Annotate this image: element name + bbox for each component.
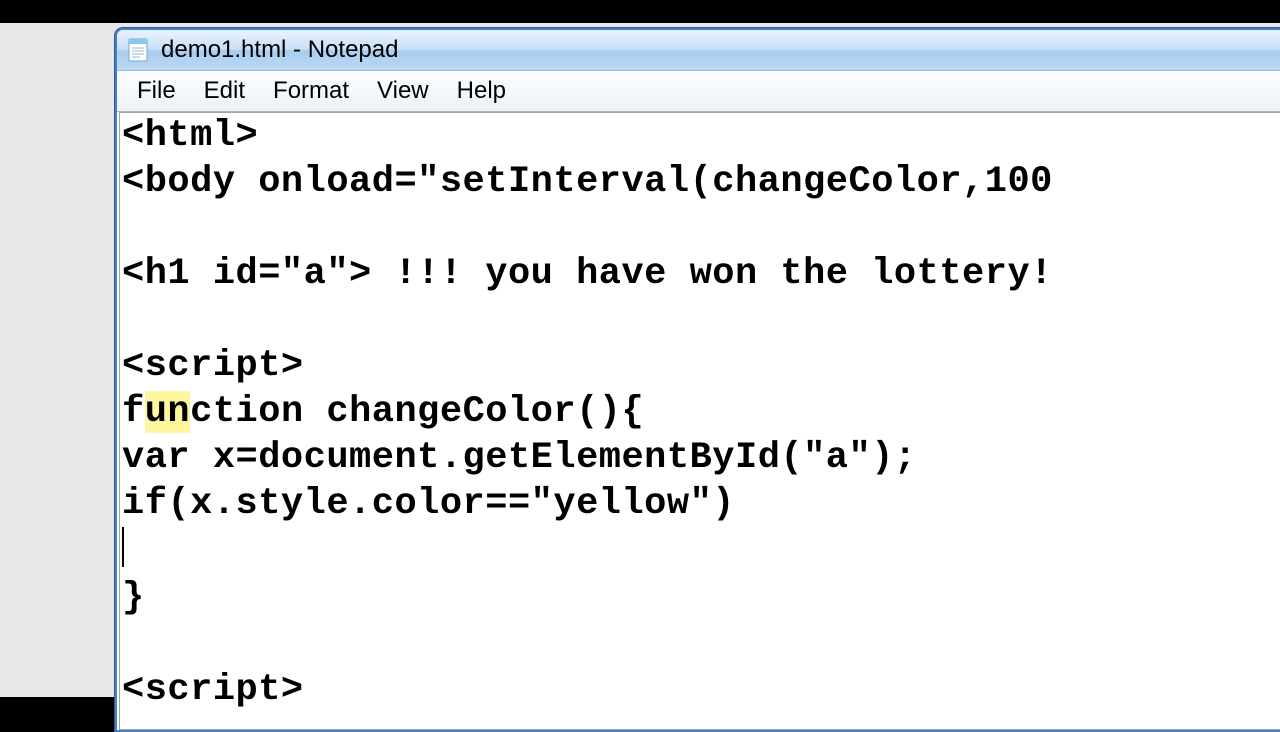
code-line: <html> [122, 115, 258, 157]
code-line: if(x.style.color=="yellow") [122, 483, 735, 525]
menu-format[interactable]: Format [259, 73, 363, 109]
desktop-background: demo1.html - Notepad File Edit Format Vi… [0, 23, 1280, 697]
code-line: ction changeColor(){ [190, 391, 644, 433]
menu-edit[interactable]: Edit [190, 73, 259, 109]
code-line: <script> [122, 345, 304, 387]
code-line: } [122, 577, 145, 619]
menu-file[interactable]: File [123, 73, 190, 109]
code-line: f [122, 391, 145, 433]
text-editor[interactable]: <html> <body onload="setInterval(changeC… [119, 112, 1280, 730]
text-highlight: un [145, 391, 190, 433]
notepad-icon [125, 37, 151, 63]
code-line: <body onload="setInterval(changeColor,10… [122, 161, 1053, 203]
menu-view[interactable]: View [363, 73, 443, 109]
letterbox-top [0, 0, 1280, 23]
menu-help[interactable]: Help [443, 73, 520, 109]
text-cursor [122, 527, 124, 567]
window-title: demo1.html - Notepad [161, 36, 398, 64]
code-line: <h1 id="a"> !!! you have won the lottery… [122, 253, 1053, 295]
notepad-window: demo1.html - Notepad File Edit Format Vi… [115, 28, 1280, 732]
titlebar[interactable]: demo1.html - Notepad [117, 30, 1280, 71]
code-line: <script> [122, 669, 304, 711]
menubar: File Edit Format View Help [117, 71, 1280, 112]
code-line: var x=document.getElementById("a"); [122, 437, 917, 479]
